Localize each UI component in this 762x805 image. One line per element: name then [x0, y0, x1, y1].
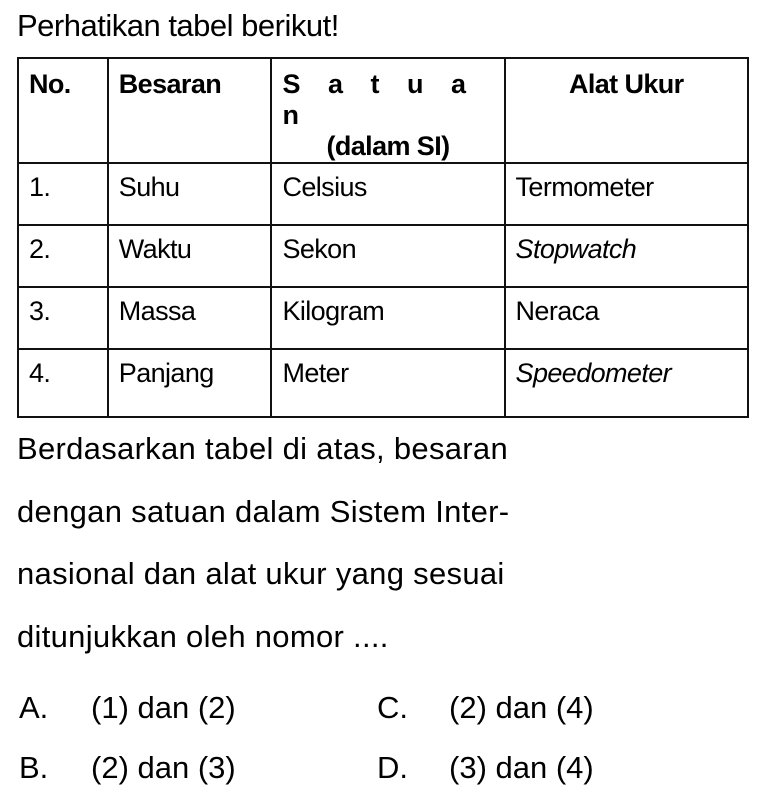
cell-besaran: Panjang: [106, 348, 273, 418]
cell-besaran: Suhu: [106, 162, 273, 226]
header-satuan-label: S a t u a n: [282, 69, 476, 130]
header-alat-ukur: Alat Ukur: [503, 57, 750, 164]
option-label: B.: [19, 750, 49, 785]
cell-satuan: Meter: [270, 348, 506, 418]
option-label: C.: [377, 690, 408, 725]
question-line: Berdasarkan tabel di atas, besaran: [17, 431, 509, 466]
header-satuan: S a t u a n (dalam SI): [270, 57, 506, 164]
cell-alat: Neraca: [503, 286, 750, 350]
table-row: 1. Suhu Celsius Termometer: [17, 162, 750, 226]
question-line: nasional dan alat ukur yang sesuai: [17, 556, 505, 591]
table-header-row: No. Besaran S a t u a n (dalam SI) Alat …: [17, 57, 750, 164]
header-satuan-sub: (dalam SI): [326, 131, 450, 161]
option-b[interactable]: B. (2) dan (3): [19, 750, 236, 786]
option-label: D.: [377, 750, 408, 785]
question-text: Berdasarkan tabel di atas, besaran denga…: [17, 418, 747, 668]
table-row: 3. Massa Kilogram Neraca: [17, 286, 750, 350]
cell-besaran: Massa: [106, 286, 273, 350]
instruction-title: Perhatikan tabel berikut!: [17, 8, 339, 43]
question-line: dengan satuan dalam Sistem Inter-: [17, 493, 510, 529]
header-besaran: Besaran: [106, 57, 273, 164]
cell-satuan: Celsius: [270, 162, 506, 226]
cell-satuan: Kilogram: [270, 286, 506, 350]
option-c[interactable]: C. (2) dan (4): [377, 690, 594, 726]
option-a[interactable]: A. (1) dan (2): [19, 690, 236, 726]
cell-no: 3.: [17, 286, 109, 350]
option-d[interactable]: D. (3) dan (4): [377, 750, 594, 786]
cell-besaran: Waktu: [106, 224, 273, 288]
cell-no: 2.: [17, 224, 109, 288]
cell-satuan: Sekon: [270, 224, 506, 288]
table-row: 4. Panjang Meter Speedometer: [17, 348, 750, 418]
table-row: 2. Waktu Sekon Stopwatch: [17, 224, 750, 288]
option-text: (2) dan (4): [449, 690, 594, 725]
cell-no: 1.: [17, 162, 109, 226]
question-line: ditunjukkan oleh nomor ....: [17, 618, 389, 654]
cell-alat: Termometer: [503, 162, 750, 226]
option-text: (2) dan (3): [91, 750, 236, 785]
cell-alat: Stopwatch: [503, 224, 750, 288]
data-table: No. Besaran S a t u a n (dalam SI) Alat …: [17, 57, 750, 418]
cell-no: 4.: [17, 348, 109, 418]
option-label: A.: [19, 690, 49, 725]
option-text: (3) dan (4): [449, 750, 594, 785]
option-text: (1) dan (2): [91, 690, 236, 725]
header-no: No.: [17, 57, 109, 164]
cell-alat: Speedometer: [503, 348, 750, 418]
